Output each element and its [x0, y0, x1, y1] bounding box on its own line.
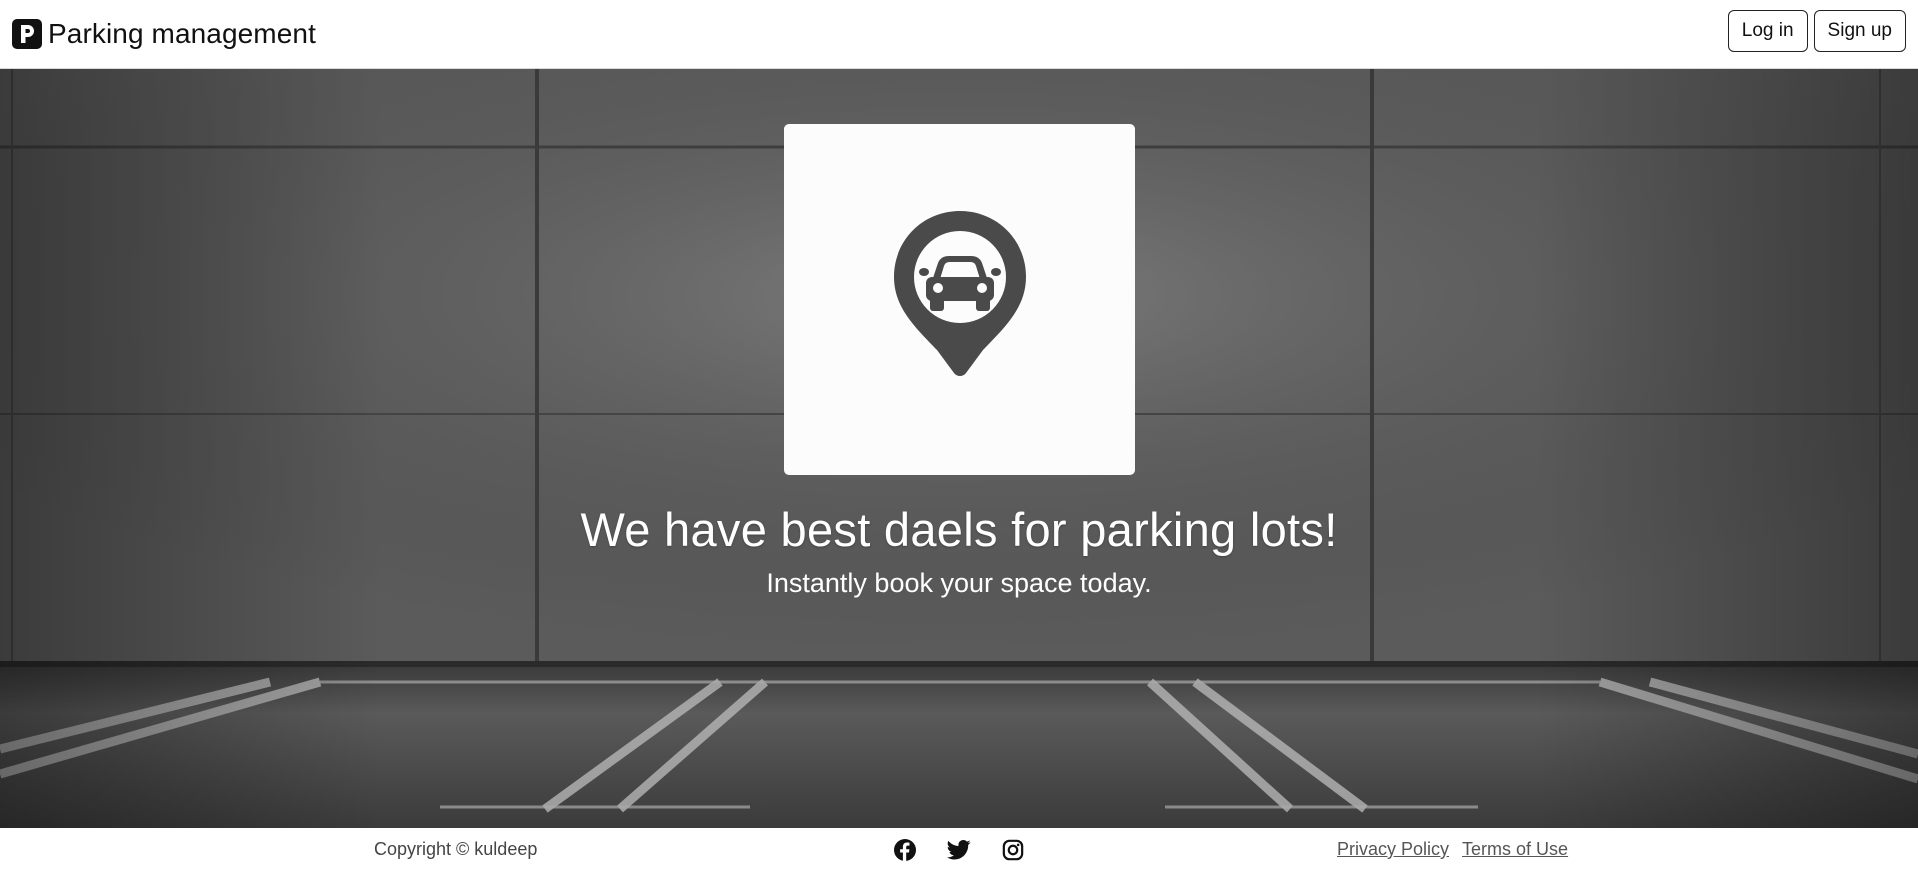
twitter-icon[interactable]	[947, 838, 971, 862]
terms-of-use-link[interactable]: Terms of Use	[1462, 839, 1568, 860]
hero-subtitle: Instantly book your space today.	[766, 568, 1152, 598]
car-location-pin-icon	[893, 210, 1026, 376]
facebook-icon[interactable]	[893, 838, 917, 862]
auth-buttons: Log in Sign up	[1727, 10, 1906, 52]
social-links	[893, 838, 1025, 862]
footer-links: Privacy Policy Terms of Use	[1337, 839, 1568, 860]
logo-card	[784, 124, 1135, 475]
brand-title: Parking management	[48, 18, 316, 49]
brand[interactable]: Parking management	[12, 18, 316, 50]
footer: Copyright © kuldeep Privacy Policy Terms…	[0, 828, 1918, 872]
signup-button[interactable]: Sign up	[1813, 10, 1906, 52]
hero-headline: We have best daels for parking lots!	[580, 503, 1338, 556]
instagram-icon[interactable]	[1001, 838, 1025, 862]
copyright-text: Copyright © kuldeep	[374, 839, 538, 859]
hero-section: We have best daels for parking lots! Ins…	[0, 69, 1918, 828]
parking-p-icon	[12, 19, 42, 49]
privacy-policy-link[interactable]: Privacy Policy	[1337, 839, 1449, 860]
login-button[interactable]: Log in	[1727, 10, 1808, 52]
top-navbar: Parking management Log in Sign up	[0, 0, 1918, 69]
